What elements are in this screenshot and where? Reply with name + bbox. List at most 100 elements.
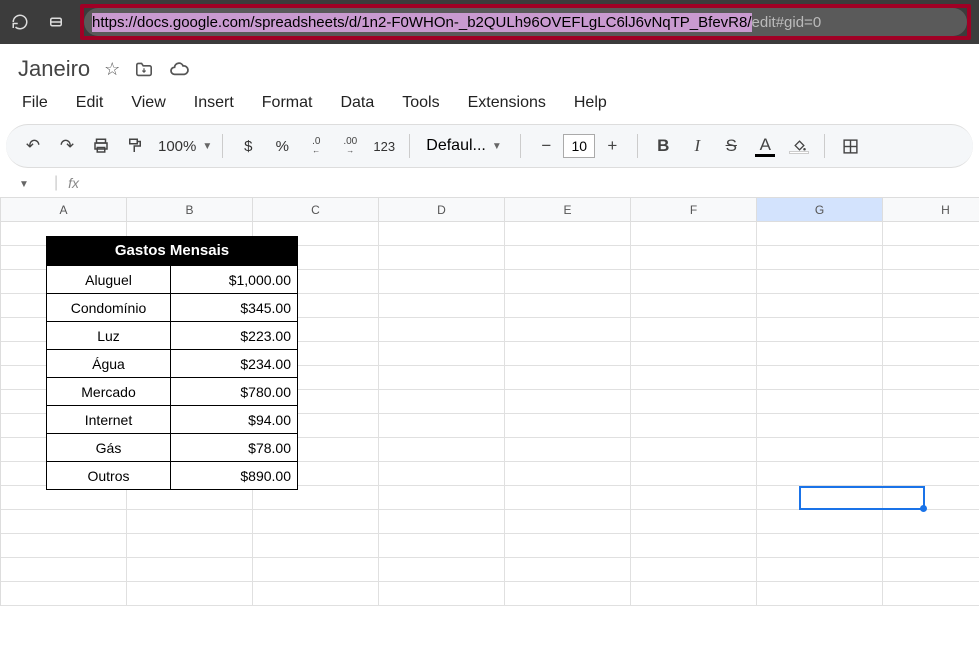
site-info-icon[interactable] <box>44 10 68 34</box>
fontsize-plus-button[interactable]: + <box>597 131 627 161</box>
italic-button[interactable]: I <box>682 131 712 161</box>
cell[interactable] <box>253 510 379 534</box>
cell[interactable] <box>883 582 979 606</box>
cell[interactable] <box>379 222 505 246</box>
cell[interactable] <box>379 294 505 318</box>
cell[interactable] <box>883 558 979 582</box>
decrease-decimal-button[interactable]: .0← <box>301 131 331 161</box>
number-format-button[interactable]: 123 <box>369 131 399 161</box>
cell[interactable] <box>379 486 505 510</box>
cell[interactable] <box>757 414 883 438</box>
cell[interactable] <box>379 534 505 558</box>
cell[interactable] <box>1 558 127 582</box>
cell[interactable] <box>505 486 631 510</box>
spreadsheet-grid[interactable]: ABCDEFGH Gastos Mensais Aluguel$1,000.00… <box>0 198 979 664</box>
cell[interactable] <box>883 414 979 438</box>
column-header-h[interactable]: H <box>883 198 979 222</box>
value-cell[interactable]: $345.00 <box>171 294 297 321</box>
document-title[interactable]: Janeiro <box>18 56 90 82</box>
currency-button[interactable]: $ <box>233 131 263 161</box>
menu-tools[interactable]: Tools <box>392 90 449 116</box>
cell[interactable] <box>757 438 883 462</box>
cell[interactable] <box>253 558 379 582</box>
menu-edit[interactable]: Edit <box>66 90 114 116</box>
label-cell[interactable]: Mercado <box>47 378 171 405</box>
cell[interactable] <box>631 486 757 510</box>
value-cell[interactable]: $223.00 <box>171 322 297 349</box>
menu-format[interactable]: Format <box>252 90 323 116</box>
label-cell[interactable]: Internet <box>47 406 171 433</box>
menu-insert[interactable]: Insert <box>184 90 244 116</box>
cell[interactable] <box>631 534 757 558</box>
cell[interactable] <box>883 342 979 366</box>
label-cell[interactable]: Gás <box>47 434 171 461</box>
undo-button[interactable]: ↶ <box>18 131 48 161</box>
cell[interactable] <box>379 270 505 294</box>
cell[interactable] <box>757 558 883 582</box>
cell[interactable] <box>631 246 757 270</box>
cell[interactable] <box>505 246 631 270</box>
cell[interactable] <box>631 366 757 390</box>
cell[interactable] <box>505 582 631 606</box>
column-header-d[interactable]: D <box>379 198 505 222</box>
column-header-c[interactable]: C <box>253 198 379 222</box>
cell[interactable] <box>883 534 979 558</box>
cell[interactable] <box>631 438 757 462</box>
cell[interactable] <box>883 222 979 246</box>
table-row[interactable]: Gás$78.00 <box>47 433 297 461</box>
cell[interactable] <box>505 342 631 366</box>
cell[interactable] <box>757 486 883 510</box>
table-row[interactable]: Aluguel$1,000.00 <box>47 265 297 293</box>
cell[interactable] <box>757 318 883 342</box>
cell[interactable] <box>253 534 379 558</box>
cell[interactable] <box>631 318 757 342</box>
cell[interactable] <box>631 582 757 606</box>
cell[interactable] <box>631 558 757 582</box>
cell[interactable] <box>883 270 979 294</box>
value-cell[interactable]: $94.00 <box>171 406 297 433</box>
cell[interactable] <box>505 414 631 438</box>
cell[interactable] <box>1 534 127 558</box>
cell[interactable] <box>883 246 979 270</box>
cell[interactable] <box>883 390 979 414</box>
cell[interactable] <box>631 294 757 318</box>
cell[interactable] <box>505 390 631 414</box>
table-row[interactable]: Internet$94.00 <box>47 405 297 433</box>
value-cell[interactable]: $780.00 <box>171 378 297 405</box>
increase-decimal-button[interactable]: .00→ <box>335 131 365 161</box>
value-cell[interactable]: $78.00 <box>171 434 297 461</box>
cell[interactable] <box>883 294 979 318</box>
cell[interactable] <box>505 294 631 318</box>
column-header-g[interactable]: G <box>757 198 883 222</box>
cell[interactable] <box>505 318 631 342</box>
cell[interactable] <box>127 582 253 606</box>
menu-data[interactable]: Data <box>330 90 384 116</box>
reload-icon[interactable] <box>8 10 32 34</box>
font-select[interactable]: Defaul... ▼ <box>420 135 510 157</box>
cell[interactable] <box>757 582 883 606</box>
fill-color-button[interactable] <box>784 131 814 161</box>
cell[interactable] <box>127 534 253 558</box>
menu-view[interactable]: View <box>121 90 175 116</box>
menu-file[interactable]: File <box>12 90 58 116</box>
cell[interactable] <box>631 510 757 534</box>
cell[interactable] <box>127 558 253 582</box>
cell[interactable] <box>883 486 979 510</box>
label-cell[interactable]: Condomínio <box>47 294 171 321</box>
cell[interactable] <box>379 342 505 366</box>
cell[interactable] <box>757 222 883 246</box>
cell[interactable] <box>883 438 979 462</box>
strike-button[interactable]: S <box>716 131 746 161</box>
zoom-select[interactable]: 100% ▼ <box>154 138 212 155</box>
table-row[interactable]: Mercado$780.00 <box>47 377 297 405</box>
cell[interactable] <box>757 534 883 558</box>
redo-button[interactable]: ↷ <box>52 131 82 161</box>
cell[interactable] <box>631 462 757 486</box>
table-header[interactable]: Gastos Mensais <box>47 237 297 265</box>
cell[interactable] <box>379 510 505 534</box>
cell[interactable] <box>1 582 127 606</box>
cell[interactable] <box>379 390 505 414</box>
cell[interactable] <box>883 366 979 390</box>
table-row[interactable]: Condomínio$345.00 <box>47 293 297 321</box>
value-cell[interactable]: $890.00 <box>171 462 297 489</box>
